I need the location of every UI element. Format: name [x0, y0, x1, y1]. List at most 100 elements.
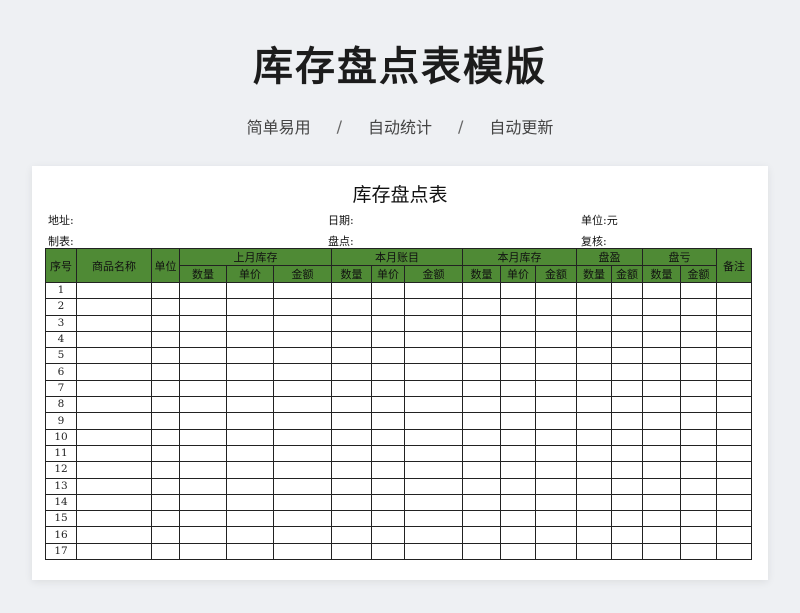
table-cell[interactable]	[680, 412, 717, 430]
table-cell[interactable]	[642, 281, 681, 300]
table-cell[interactable]	[226, 510, 274, 528]
table-cell[interactable]	[371, 542, 405, 561]
table-cell[interactable]	[576, 461, 612, 479]
table-cell[interactable]	[576, 314, 612, 332]
table-cell[interactable]	[226, 444, 274, 463]
table-cell[interactable]	[404, 298, 463, 316]
table-cell[interactable]	[642, 347, 681, 365]
table-cell[interactable]	[680, 461, 717, 479]
table-cell[interactable]	[576, 444, 612, 463]
table-cell[interactable]	[404, 281, 463, 300]
table-cell[interactable]	[404, 379, 463, 398]
table-cell[interactable]	[576, 477, 612, 495]
table-cell[interactable]	[273, 477, 332, 495]
table-cell[interactable]	[611, 281, 643, 300]
table-cell[interactable]	[179, 412, 227, 430]
table-cell[interactable]	[179, 526, 227, 544]
table-cell[interactable]	[226, 298, 274, 316]
table-cell[interactable]	[76, 542, 152, 561]
table-cell[interactable]	[576, 396, 612, 414]
table-cell[interactable]	[371, 298, 405, 316]
table-cell[interactable]	[151, 428, 180, 446]
table-cell[interactable]	[226, 379, 274, 398]
table-cell[interactable]	[642, 526, 681, 544]
table-cell[interactable]	[151, 396, 180, 414]
table-cell[interactable]	[500, 298, 536, 316]
table-cell[interactable]	[331, 314, 372, 332]
table-cell[interactable]	[371, 477, 405, 495]
table-cell[interactable]	[179, 477, 227, 495]
table-cell[interactable]	[371, 493, 405, 512]
table-cell[interactable]	[371, 314, 405, 332]
table-cell[interactable]	[226, 412, 274, 430]
table-cell[interactable]	[331, 477, 372, 495]
table-cell[interactable]	[151, 379, 180, 398]
table-cell[interactable]	[462, 347, 501, 365]
table-cell[interactable]	[273, 363, 332, 381]
table-cell[interactable]	[642, 461, 681, 479]
table-cell[interactable]	[500, 428, 536, 446]
table-cell[interactable]	[680, 477, 717, 495]
table-cell[interactable]	[716, 412, 752, 430]
table-cell[interactable]	[462, 428, 501, 446]
table-cell[interactable]	[716, 461, 752, 479]
table-cell[interactable]	[716, 526, 752, 544]
table-cell[interactable]	[716, 477, 752, 495]
table-cell[interactable]	[179, 396, 227, 414]
table-cell[interactable]	[404, 428, 463, 446]
table-cell[interactable]	[226, 281, 274, 300]
table-cell[interactable]	[273, 461, 332, 479]
table-cell[interactable]	[151, 314, 180, 332]
table-cell[interactable]	[151, 526, 180, 544]
table-cell[interactable]	[462, 412, 501, 430]
table-cell[interactable]	[179, 363, 227, 381]
table-cell[interactable]	[716, 396, 752, 414]
table-cell[interactable]	[179, 314, 227, 332]
table-cell[interactable]	[611, 444, 643, 463]
table-cell[interactable]	[371, 330, 405, 349]
table-cell[interactable]	[462, 396, 501, 414]
table-cell[interactable]	[226, 477, 274, 495]
table-cell[interactable]	[500, 396, 536, 414]
table-cell[interactable]	[611, 363, 643, 381]
table-cell[interactable]	[76, 526, 152, 544]
table-cell[interactable]	[331, 461, 372, 479]
table-cell[interactable]	[535, 314, 577, 332]
table-cell[interactable]	[179, 510, 227, 528]
table-cell[interactable]	[226, 330, 274, 349]
table-cell[interactable]	[500, 510, 536, 528]
table-cell[interactable]	[462, 379, 501, 398]
table-cell[interactable]	[371, 363, 405, 381]
table-cell[interactable]	[76, 281, 152, 300]
table-cell[interactable]	[500, 379, 536, 398]
table-cell[interactable]	[462, 363, 501, 381]
table-cell[interactable]	[500, 412, 536, 430]
table-cell[interactable]	[226, 396, 274, 414]
table-cell[interactable]	[179, 281, 227, 300]
table-cell[interactable]	[371, 396, 405, 414]
table-cell[interactable]	[535, 526, 577, 544]
table-cell[interactable]	[576, 298, 612, 316]
table-cell[interactable]	[331, 379, 372, 398]
table-cell[interactable]	[179, 444, 227, 463]
table-cell[interactable]	[680, 526, 717, 544]
table-cell[interactable]	[576, 347, 612, 365]
table-cell[interactable]	[642, 510, 681, 528]
table-cell[interactable]	[273, 396, 332, 414]
table-cell[interactable]	[273, 493, 332, 512]
table-cell[interactable]	[371, 461, 405, 479]
table-cell[interactable]	[179, 330, 227, 349]
table-cell[interactable]	[500, 281, 536, 300]
table-cell[interactable]	[716, 444, 752, 463]
table-cell[interactable]	[273, 542, 332, 561]
table-cell[interactable]	[500, 363, 536, 381]
table-cell[interactable]	[76, 412, 152, 430]
table-cell[interactable]	[151, 298, 180, 316]
table-cell[interactable]	[151, 461, 180, 479]
table-cell[interactable]	[462, 493, 501, 512]
table-cell[interactable]	[76, 347, 152, 365]
table-cell[interactable]	[611, 298, 643, 316]
table-cell[interactable]	[680, 396, 717, 414]
table-cell[interactable]	[273, 526, 332, 544]
table-cell[interactable]	[273, 314, 332, 332]
